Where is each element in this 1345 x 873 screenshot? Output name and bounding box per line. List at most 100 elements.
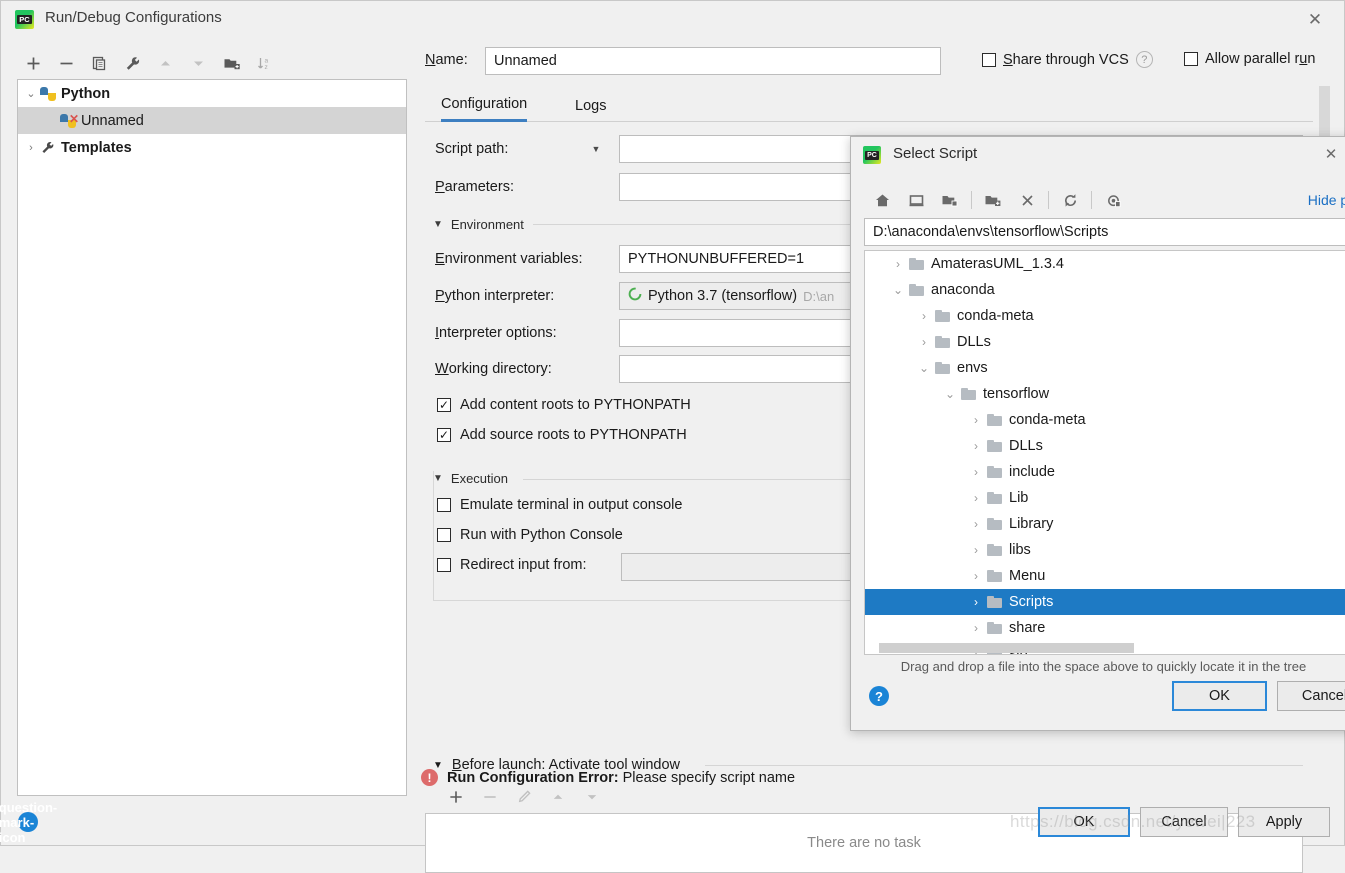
edit-task-button[interactable]	[507, 783, 541, 811]
tree-row[interactable]: › AmaterasUML_1.3.4	[865, 251, 1345, 277]
chevron-down-icon[interactable]: ⌄	[939, 387, 961, 401]
remove-configuration-button[interactable]	[50, 48, 83, 78]
project-folder-icon[interactable]	[933, 186, 967, 214]
chevron-right-icon[interactable]: ›	[965, 413, 987, 427]
tree-row[interactable]: › Library	[865, 511, 1345, 537]
chevron-right-icon[interactable]: ›	[965, 465, 987, 479]
select-script-ok-button[interactable]: OK	[1172, 681, 1267, 711]
add-source-roots-option[interactable]: Add source roots to PYTHONPATH	[437, 427, 687, 443]
chevron-down-icon[interactable]: ⌄	[913, 361, 935, 375]
folder-icon	[987, 622, 1002, 634]
folder-icon	[935, 310, 950, 322]
select-script-cancel-button[interactable]: Cancel	[1277, 681, 1345, 711]
chevron-right-icon[interactable]: ›	[965, 491, 987, 505]
tree-row[interactable]: › DLLs	[865, 433, 1345, 459]
apply-button[interactable]: Apply	[1238, 807, 1330, 837]
chevron-right-icon[interactable]: ›	[22, 142, 40, 154]
chevron-right-icon[interactable]: ›	[965, 569, 987, 583]
tree-row[interactable]: › include	[865, 459, 1345, 485]
hide-path-link[interactable]: Hide pa	[1308, 192, 1345, 208]
chevron-right-icon[interactable]: ›	[965, 621, 987, 635]
allow-parallel-run-checkbox[interactable]	[1184, 52, 1198, 66]
tree-row[interactable]: › conda-meta	[865, 407, 1345, 433]
ok-button[interactable]: OK	[1038, 807, 1130, 837]
run-python-console-option[interactable]: Run with Python Console	[437, 527, 623, 543]
desktop-icon[interactable]	[899, 186, 933, 214]
tree-item-python[interactable]: ⌄ Python	[18, 80, 406, 107]
move-down-button[interactable]	[182, 48, 215, 78]
tree-row[interactable]: › DLLs	[865, 329, 1345, 355]
tree-row[interactable]: ⌄ tensorflow	[865, 381, 1345, 407]
chevron-right-icon[interactable]: ›	[887, 257, 909, 271]
tab-logs[interactable]: Logs	[575, 89, 606, 122]
emulate-terminal-checkbox[interactable]	[437, 498, 451, 512]
emulate-terminal-option[interactable]: Emulate terminal in output console	[437, 497, 682, 513]
chevron-right-icon[interactable]: ›	[913, 309, 935, 323]
configurations-tree[interactable]: ⌄ Python ✕ Unnamed › Templates	[17, 79, 407, 796]
tree-row[interactable]: ⌄ anaconda	[865, 277, 1345, 303]
close-x-icon[interactable]	[1010, 186, 1044, 214]
tree-row-label: Lib	[1009, 490, 1029, 506]
add-source-roots-checkbox[interactable]	[437, 428, 451, 442]
redirect-input-checkbox[interactable]	[437, 558, 451, 572]
question-mark-icon[interactable]: ?	[1135, 51, 1153, 68]
tab-configuration[interactable]: Configuration	[441, 89, 528, 122]
tree-row[interactable]: › Menu	[865, 563, 1345, 589]
sort-alphabetically-button[interactable]: a z	[248, 48, 281, 78]
refresh-icon[interactable]	[1053, 186, 1087, 214]
tree-row[interactable]: ⌄ envs	[865, 355, 1345, 381]
chevron-right-icon[interactable]: ›	[913, 335, 935, 349]
chevron-down-icon[interactable]: ▼	[433, 219, 443, 230]
allow-parallel-run-option[interactable]: Allow parallel run	[1184, 51, 1315, 67]
add-task-button[interactable]	[439, 783, 473, 811]
execution-section-header[interactable]: ▼ Execution	[433, 471, 508, 486]
add-configuration-button[interactable]	[17, 48, 50, 78]
name-input[interactable]	[485, 47, 941, 75]
chevron-right-icon[interactable]: ›	[965, 543, 987, 557]
remove-task-button[interactable]	[473, 783, 507, 811]
environment-section-header[interactable]: ▼ Environment	[433, 217, 524, 232]
question-mark-icon[interactable]: ?	[869, 686, 889, 706]
file-tree-horizontal-scrollbar[interactable]	[879, 643, 1134, 653]
add-content-roots-checkbox[interactable]	[437, 398, 451, 412]
home-icon[interactable]	[865, 186, 899, 214]
file-tree[interactable]: › AmaterasUML_1.3.4 ⌄ anaconda › conda-m…	[864, 250, 1345, 655]
move-task-down-button[interactable]	[575, 783, 609, 811]
tree-item-templates[interactable]: › Templates	[18, 134, 406, 161]
move-task-up-button[interactable]	[541, 783, 575, 811]
tree-row[interactable]: › share	[865, 615, 1345, 641]
tree-row-scripts[interactable]: › Scripts	[865, 589, 1345, 615]
configurations-toolbar: a z	[17, 46, 407, 80]
redirect-input-option[interactable]: Redirect input from:	[437, 557, 587, 573]
add-content-roots-label: Add content roots to PYTHONPATH	[460, 397, 691, 413]
tree-item-label: Python	[61, 85, 111, 102]
tree-item-unnamed[interactable]: ✕ Unnamed	[18, 107, 406, 134]
tree-row-label: libs	[1009, 542, 1031, 558]
chevron-down-icon[interactable]: ▼	[433, 473, 443, 484]
tree-row[interactable]: › Lib	[865, 485, 1345, 511]
chevron-down-icon[interactable]: ⌄	[22, 87, 40, 100]
move-up-button[interactable]	[149, 48, 182, 78]
chevron-right-icon[interactable]: ›	[965, 439, 987, 453]
add-content-roots-option[interactable]: Add content roots to PYTHONPATH	[437, 397, 691, 413]
tree-row[interactable]: › libs	[865, 537, 1345, 563]
hidden-files-icon[interactable]	[1096, 186, 1130, 214]
chevron-right-icon[interactable]: ›	[965, 517, 987, 531]
new-folder-button[interactable]	[215, 48, 248, 78]
chevron-down-icon[interactable]: ⌄	[887, 283, 909, 297]
script-path-combo-arrow[interactable]: ▼	[588, 135, 604, 163]
share-vcs-checkbox[interactable]	[982, 52, 996, 67]
path-input[interactable]: D:\anaconda\envs\tensorflow\Scripts	[864, 218, 1345, 246]
cancel-button[interactable]: Cancel	[1140, 807, 1228, 837]
share-vcs-option[interactable]: Share through VCS ?	[982, 51, 1153, 68]
redirect-input-label: Redirect input from:	[460, 557, 587, 573]
question-mark-icon[interactable]: question-mark-icon	[0, 800, 57, 845]
run-python-console-checkbox[interactable]	[437, 528, 451, 542]
copy-configuration-button[interactable]	[83, 48, 116, 78]
tree-row[interactable]: › conda-meta	[865, 303, 1345, 329]
chevron-right-icon[interactable]: ›	[965, 595, 987, 609]
new-folder-icon[interactable]	[976, 186, 1010, 214]
close-icon[interactable]: ✕	[1316, 141, 1345, 167]
close-icon[interactable]: ✕	[1298, 6, 1332, 34]
edit-templates-button[interactable]	[116, 48, 149, 78]
